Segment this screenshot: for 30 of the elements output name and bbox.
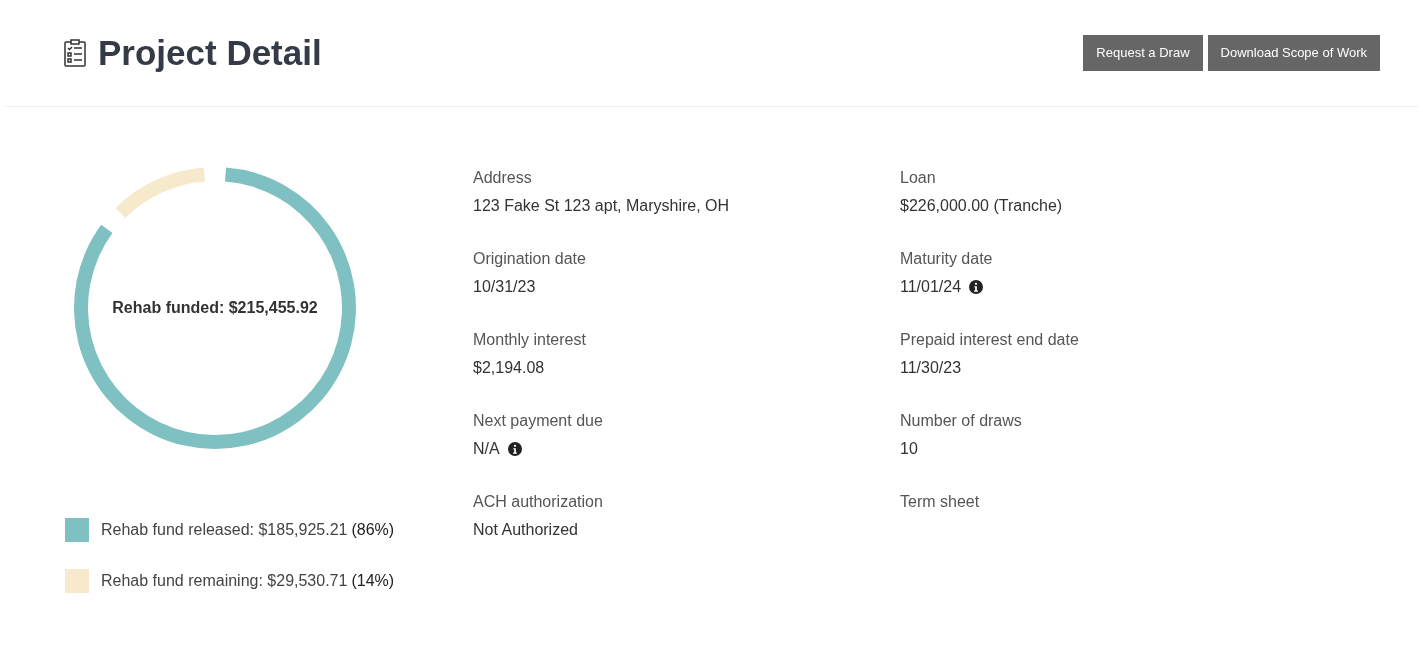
- legend-label: Rehab fund remaining: $29,530.71: [101, 571, 348, 591]
- action-button[interactable]: Download Scope of Work: [1207, 35, 1380, 71]
- action-button[interactable]: Request a Draw: [1083, 35, 1203, 71]
- info-icon[interactable]: [507, 442, 522, 456]
- detail-value: N/A: [473, 439, 500, 459]
- detail-label: Maturity date: [900, 249, 994, 269]
- legend-label: Rehab fund released: $185,925.21: [101, 520, 348, 540]
- detail-label: Origination date: [473, 249, 587, 269]
- detail-value: $226,000.00 (Tranche): [900, 196, 1063, 216]
- detail-label: Term sheet: [900, 492, 981, 512]
- detail-value: 10/31/23: [473, 277, 536, 297]
- detail-label: Address: [473, 168, 533, 188]
- detail-label: Prepaid interest end date: [900, 330, 1080, 350]
- detail-value: 123 Fake St 123 apt, Maryshire, OH: [473, 196, 730, 216]
- detail-label: ACH authorization: [473, 492, 604, 512]
- donut-center-label: Rehab funded: $215,455.92: [112, 298, 318, 318]
- clipboard-icon: [64, 39, 86, 67]
- detail-value: 11/30/23: [900, 358, 962, 378]
- legend-percent: (14%): [351, 571, 395, 591]
- detail-label: Loan: [900, 168, 937, 188]
- detail-label: Monthly interest: [473, 330, 587, 350]
- legend-percent: (86%): [351, 520, 395, 540]
- detail-label: Number of draws: [900, 411, 1023, 431]
- detail-value: 11/01/24: [900, 277, 962, 297]
- detail-value: $2,194.08: [473, 358, 545, 378]
- page-title: Project Detail: [98, 31, 322, 74]
- info-icon[interactable]: [969, 280, 984, 294]
- detail-value: Not Authorized: [473, 520, 578, 540]
- detail-value: 10: [900, 439, 918, 459]
- detail-label: Next payment due: [473, 411, 604, 431]
